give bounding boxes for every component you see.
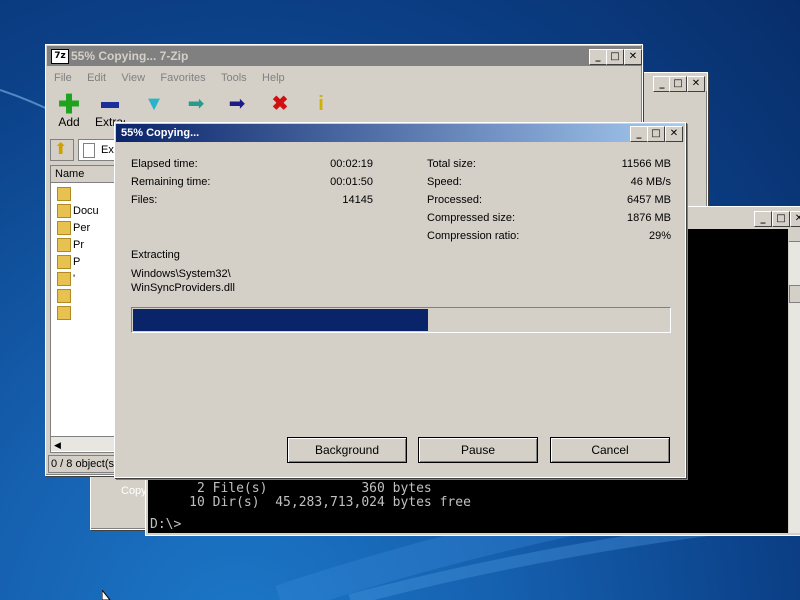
current-file-path: Windows\System32\ xyxy=(131,268,231,280)
processed-label: Processed: xyxy=(427,194,483,206)
7zip-logo-icon: 7z xyxy=(51,49,69,64)
list-item[interactable]: ' xyxy=(57,271,75,286)
processed-value: 6457 MB xyxy=(626,194,671,206)
console-close-button[interactable]: ✕ xyxy=(790,211,800,227)
check-icon: ▼ xyxy=(144,93,164,115)
document-icon xyxy=(83,143,95,158)
compressed-size-value: 1876 MB xyxy=(626,212,671,224)
console-files-line: 2 File(s) 360 bytes xyxy=(150,481,432,496)
minus-icon xyxy=(92,93,128,115)
current-file-name: WinSyncProviders.dll xyxy=(131,282,235,294)
zip-window-title: 55% Copying... 7-Zip xyxy=(71,49,189,63)
pause-button[interactable]: Pause xyxy=(418,437,538,463)
file-list-header[interactable]: Name xyxy=(51,166,117,183)
list-item[interactable] xyxy=(57,186,73,201)
speed-value: 46 MB/s xyxy=(630,176,671,188)
progress-dialog-title: 55% Copying... xyxy=(121,127,200,139)
file-list[interactable]: Name Docu Per Pr P ' ◀ xyxy=(50,165,118,453)
mouse-cursor-icon xyxy=(102,590,111,600)
move-arrow-icon: ➡ xyxy=(228,93,246,115)
toolbar-add-button[interactable]: ✚ Add xyxy=(51,89,87,129)
zip-minimize-button[interactable]: _ xyxy=(589,49,607,65)
compression-ratio-value: 29% xyxy=(648,230,671,242)
x-icon: ✖ xyxy=(271,93,289,115)
zip-titlebar[interactable]: 7z 55% Copying... 7-Zip xyxy=(47,46,641,66)
toolbar-info-button[interactable]: i xyxy=(303,93,339,115)
toolbar-move-button[interactable]: ➡ xyxy=(219,93,255,115)
operation-label: Extracting xyxy=(131,249,180,261)
progress-dialog-titlebar[interactable]: 55% Copying... xyxy=(116,124,684,142)
zip-menubar: File Edit View Favorites Tools Help xyxy=(54,70,297,84)
elapsed-time-label: Elapsed time: xyxy=(131,158,198,170)
elapsed-time-value: 00:02:19 xyxy=(330,158,373,170)
folder-up-button[interactable]: ⬆ xyxy=(50,139,74,161)
speed-label: Speed: xyxy=(427,176,462,188)
dialog-minimize-button[interactable]: _ xyxy=(630,126,648,142)
folder-icon xyxy=(57,305,71,320)
cancel-button[interactable]: Cancel xyxy=(550,437,670,463)
menu-edit[interactable]: Edit xyxy=(87,72,106,84)
console-scroll-up-button[interactable] xyxy=(789,229,800,242)
console-scrollbar[interactable] xyxy=(789,229,800,533)
console-minimize-button[interactable]: _ xyxy=(754,211,772,227)
menu-favorites[interactable]: Favorites xyxy=(160,72,205,84)
info-icon: i xyxy=(318,93,324,115)
status-bar: 0 / 8 object(s xyxy=(48,455,122,473)
files-value: 14145 xyxy=(342,194,373,206)
list-item[interactable]: Docu xyxy=(57,203,99,218)
toolbar-delete-button[interactable]: ✖ xyxy=(262,93,298,115)
list-item[interactable]: Pr xyxy=(57,237,84,252)
toolbar-test-button[interactable]: ▼ xyxy=(136,93,172,115)
toolbar-add-label: Add xyxy=(58,115,80,129)
file-list-scrollbar[interactable]: ◀ xyxy=(51,436,117,451)
dialog-close-button[interactable]: ✕ xyxy=(665,126,683,142)
console-scroll-thumb[interactable] xyxy=(789,285,800,303)
copy-window-close-button[interactable]: ✕ xyxy=(687,76,705,92)
folder-up-icon: ⬆ xyxy=(54,141,68,158)
total-size-value: 11566 MB xyxy=(621,158,671,170)
zip-maximize-button[interactable]: □ xyxy=(606,49,624,65)
plus-icon: ✚ xyxy=(58,89,80,119)
copy-arrow-icon: ➡ xyxy=(187,93,205,115)
address-text: Ex xyxy=(101,144,114,156)
files-label: Files: xyxy=(131,194,158,206)
menu-view[interactable]: View xyxy=(121,72,145,84)
compressed-size-label: Compressed size: xyxy=(427,212,516,224)
list-item[interactable] xyxy=(57,305,73,320)
folder-icon xyxy=(57,237,71,252)
toolbar-copy-button[interactable]: ➡ xyxy=(178,93,214,115)
scroll-left-icon: ◀ xyxy=(54,440,61,450)
remaining-time-label: Remaining time: xyxy=(131,176,211,188)
menu-help[interactable]: Help xyxy=(262,72,285,84)
progress-bar-fill xyxy=(133,309,428,331)
compression-ratio-label: Compression ratio: xyxy=(427,230,520,242)
menu-file[interactable]: File xyxy=(54,72,72,84)
background-button[interactable]: Background xyxy=(287,437,407,463)
copy-window-partial-text: Copy xyxy=(121,485,147,497)
total-size-label: Total size: xyxy=(427,158,476,170)
folder-icon xyxy=(57,186,71,201)
console-maximize-button[interactable]: □ xyxy=(772,211,790,227)
folder-icon xyxy=(57,254,71,269)
zip-close-button[interactable]: ✕ xyxy=(624,49,642,65)
copy-window-maximize-button[interactable]: □ xyxy=(669,76,687,92)
list-item[interactable]: P xyxy=(57,254,80,269)
console-prompt: D:\> xyxy=(150,517,182,532)
progress-dialog: 55% Copying... _ □ ✕ Elapsed time: 00:02… xyxy=(114,122,686,478)
menu-tools[interactable]: Tools xyxy=(221,72,247,84)
folder-icon xyxy=(57,203,71,218)
column-name-header: Name xyxy=(55,168,85,180)
folder-icon xyxy=(57,288,71,303)
dialog-maximize-button[interactable]: □ xyxy=(647,126,665,142)
console-dirs-line: 10 Dir(s) 45,283,713,024 bytes free xyxy=(150,495,471,510)
list-item[interactable]: Per xyxy=(57,220,90,235)
progress-bar xyxy=(131,307,671,333)
list-item[interactable] xyxy=(57,288,73,303)
folder-icon xyxy=(57,271,71,286)
remaining-time-value: 00:01:50 xyxy=(330,176,373,188)
folder-icon xyxy=(57,220,71,235)
